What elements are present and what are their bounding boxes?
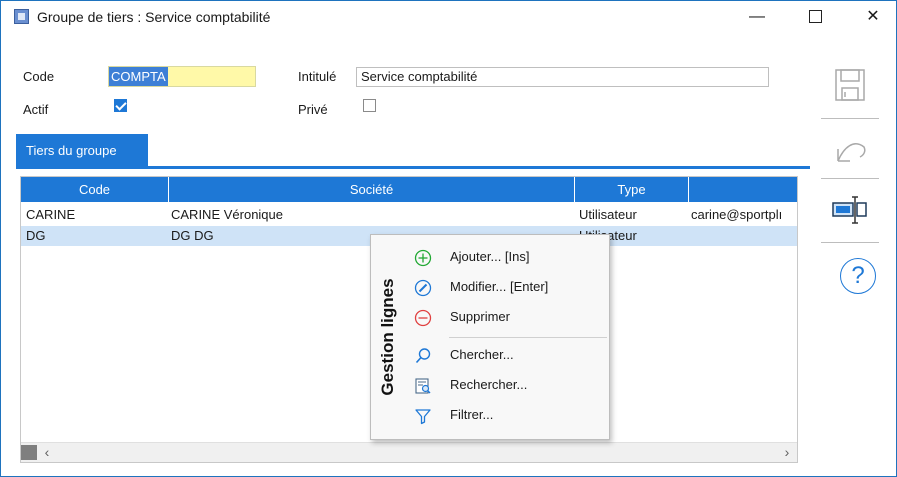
- prive-checkbox[interactable]: [363, 99, 376, 112]
- menu-item-label: Ajouter... [Ins]: [450, 249, 530, 264]
- menu-item-label: Chercher...: [450, 347, 514, 362]
- maximize-button[interactable]: [792, 3, 838, 31]
- code-label: Code: [23, 69, 55, 84]
- toolbar-separator: [821, 242, 879, 243]
- scroll-right-arrow[interactable]: ›: [779, 443, 795, 462]
- toolbar-separator: [821, 118, 879, 119]
- cell-type: Utilisateur: [579, 207, 637, 222]
- undo-icon: [837, 143, 866, 162]
- filter-icon: [415, 409, 431, 425]
- app-icon: [14, 9, 29, 24]
- cell-code: DG: [26, 228, 46, 243]
- help-button[interactable]: ?: [840, 258, 878, 296]
- horizontal-scrollbar[interactable]: ‹ ›: [21, 442, 797, 462]
- edit-pencil-icon: [414, 279, 432, 297]
- title-bar: Groupe de tiers : Service comptabilité —…: [1, 1, 896, 33]
- help-icon: ?: [840, 258, 876, 294]
- actif-label: Actif: [23, 102, 49, 117]
- table-row[interactable]: CARINE CARINE Véronique Utilisateur cari…: [21, 205, 797, 225]
- columns-resize-button[interactable]: [830, 191, 870, 231]
- code-field[interactable]: COMPTA: [108, 66, 256, 87]
- grid-header: Code Société Type: [21, 177, 797, 202]
- menu-item-filtrer[interactable]: Filtrer...: [405, 403, 609, 429]
- column-header-code[interactable]: Code: [21, 177, 169, 202]
- advanced-search-icon: [415, 378, 431, 394]
- prive-label: Privé: [298, 102, 328, 117]
- menu-item-label: Modifier... [Enter]: [450, 279, 549, 294]
- tab-tiers-du-groupe[interactable]: Tiers du groupe: [16, 134, 148, 167]
- context-menu: Gestion lignes Ajouter... [Ins] Modifier…: [370, 234, 610, 440]
- menu-item-chercher[interactable]: Chercher...: [405, 343, 609, 369]
- undo-button[interactable]: [830, 129, 870, 169]
- column-header-type[interactable]: Type: [575, 177, 689, 202]
- add-circle-icon: [414, 249, 432, 267]
- context-menu-group-label: Gestion lignes: [378, 278, 397, 396]
- menu-item-modifier[interactable]: Modifier... [Enter]: [405, 275, 609, 301]
- toolbar-separator: [821, 178, 879, 179]
- minimize-button[interactable]: —: [734, 3, 780, 31]
- menu-item-ajouter[interactable]: Ajouter... [Ins]: [405, 245, 609, 271]
- context-menu-group: Gestion lignes: [371, 235, 405, 439]
- cell-societe: CARINE Véronique: [171, 207, 283, 222]
- remove-circle-icon: [414, 309, 432, 327]
- actif-checkbox[interactable]: [114, 99, 127, 112]
- intitule-field[interactable]: Service comptabilité: [356, 67, 769, 87]
- menu-item-label: Filtrer...: [450, 407, 494, 422]
- maximize-icon: [808, 10, 822, 24]
- menu-item-supprimer[interactable]: Supprimer: [405, 305, 609, 331]
- code-value: COMPTA: [109, 67, 168, 86]
- scroll-left-arrow[interactable]: ‹: [39, 443, 55, 462]
- column-header-email[interactable]: [689, 177, 797, 202]
- close-button[interactable]: ✕: [850, 3, 896, 31]
- cell-email: carine@sportplı: [691, 207, 783, 222]
- window-title: Groupe de tiers : Service comptabilité: [37, 9, 271, 25]
- save-button[interactable]: [830, 66, 870, 106]
- intitule-label: Intitulé: [298, 69, 337, 84]
- menu-item-label: Rechercher...: [450, 377, 528, 392]
- menu-item-rechercher[interactable]: Rechercher...: [405, 373, 609, 399]
- columns-resize-icon: [832, 196, 867, 224]
- scrollbar-thumb[interactable]: [21, 445, 37, 460]
- column-header-societe[interactable]: Société: [169, 177, 575, 202]
- cell-email: [691, 226, 797, 246]
- cell-code: CARINE: [26, 207, 76, 222]
- menu-item-label: Supprimer: [450, 309, 510, 324]
- window-frame: Groupe de tiers : Service comptabilité —…: [0, 0, 897, 477]
- save-icon: [835, 69, 865, 101]
- tab-underline: [16, 166, 810, 169]
- search-icon: [415, 348, 431, 364]
- menu-separator: [449, 337, 607, 338]
